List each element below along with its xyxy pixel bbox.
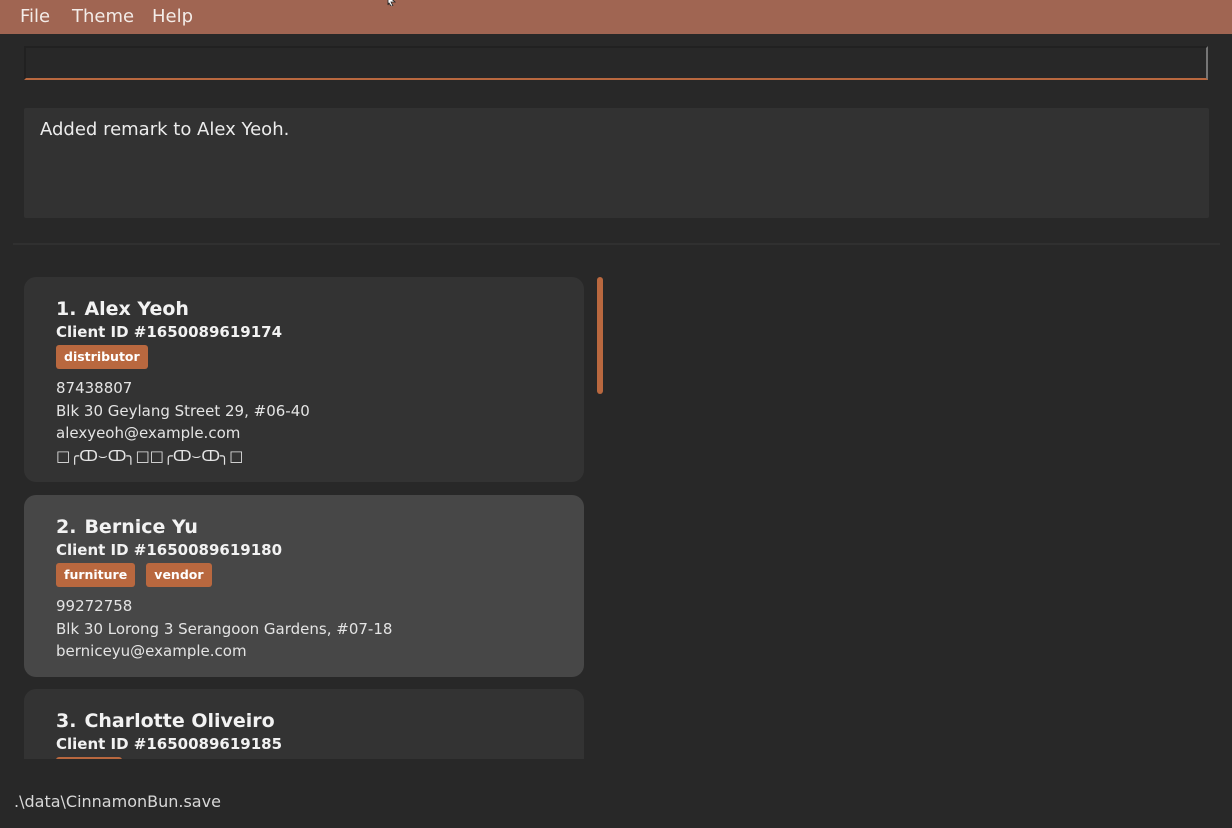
menu-theme[interactable]: Theme (72, 6, 134, 27)
client-address: Blk 30 Geylang Street 29, #06-40 (56, 401, 310, 420)
tag: vendor (146, 563, 212, 587)
menu-file[interactable]: File (20, 6, 50, 27)
client-card[interactable]: 3. Charlotte Oliveiro Client ID #16500896… (24, 689, 584, 759)
client-email: alexyeoh@example.com (56, 424, 241, 442)
client-address: Blk 30 Lorong 3 Serangoon Gardens, #07-1… (56, 619, 393, 638)
client-title: 2. Bernice Yu (56, 515, 552, 539)
client-id: Client ID #1650089619185 (56, 735, 283, 753)
menu-help[interactable]: Help (152, 6, 193, 27)
status-bar-save-path: .\data\CinnamonBun.save (14, 792, 221, 811)
client-tags (56, 757, 552, 759)
client-id: Client ID #1650089619174 (56, 323, 283, 341)
client-card[interactable]: 2. Bernice Yu Client ID #1650089619180 fu… (24, 495, 584, 677)
client-name: Bernice Yu (84, 516, 198, 538)
client-title: 1. Alex Yeoh (56, 297, 552, 321)
client-name: Charlotte Oliveiro (84, 710, 275, 732)
client-list-scrollbar[interactable] (597, 277, 604, 759)
client-index: 1. (56, 298, 77, 320)
tag: furniture (56, 563, 136, 587)
scrollbar-thumb[interactable] (597, 277, 603, 394)
client-index: 2. (56, 516, 77, 538)
client-tags: furniture vendor (56, 563, 552, 595)
client-email: berniceyu@example.com (56, 642, 247, 660)
client-tags: distributor (56, 345, 552, 377)
mouse-cursor-icon (387, 0, 397, 6)
menu-bar: File Theme Help (0, 0, 1232, 34)
client-phone: 99272758 (56, 597, 133, 615)
client-id: Client ID #1650089619180 (56, 541, 283, 559)
command-input[interactable] (24, 46, 1208, 80)
tag: distributor (56, 345, 148, 369)
client-card[interactable]: 1. Alex Yeoh Client ID #1650089619174 dis… (24, 277, 584, 482)
split-divider[interactable] (13, 243, 1220, 245)
result-display: Added remark to Alex Yeoh. (24, 108, 1209, 218)
tag (56, 757, 122, 759)
client-title: 3. Charlotte Oliveiro (56, 709, 552, 733)
client-remark: □╭ↀ⌣ↀ╮□□╭ↀ⌣ↀ╮□ (56, 446, 244, 465)
client-name: Alex Yeoh (84, 298, 189, 320)
client-index: 3. (56, 710, 77, 732)
client-phone: 87438807 (56, 379, 133, 397)
result-message: Added remark to Alex Yeoh. (40, 119, 290, 140)
client-list[interactable]: 1. Alex Yeoh Client ID #1650089619174 dis… (24, 277, 584, 759)
